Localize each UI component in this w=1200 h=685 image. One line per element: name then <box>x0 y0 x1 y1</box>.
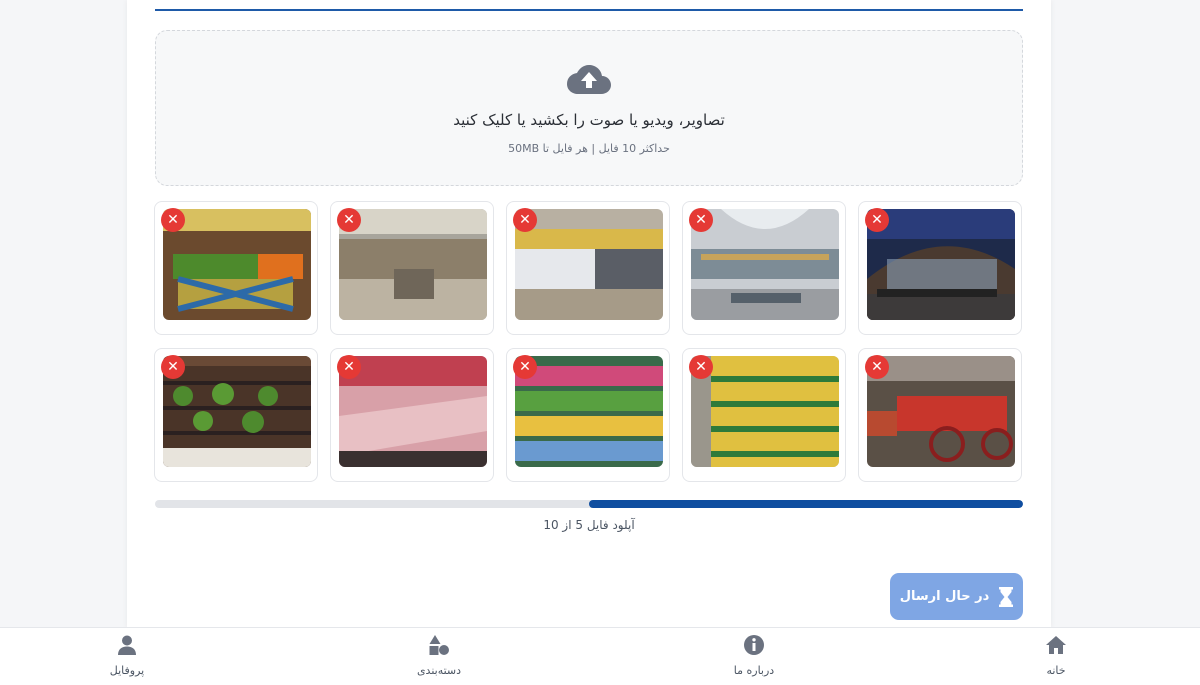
upload-card: تصاویر، ویدیو یا صوت را بکشید یا کلیک کن… <box>127 0 1051 628</box>
file-tile: ✕ <box>682 348 846 482</box>
file-thumbnail <box>515 209 663 320</box>
nav-item-profile[interactable]: پروفایل <box>67 628 187 685</box>
upload-progress-fill <box>589 500 1023 508</box>
file-tile: ✕ <box>154 348 318 482</box>
file-dropzone[interactable]: تصاویر، ویدیو یا صوت را بکشید یا کلیک کن… <box>155 30 1023 186</box>
submit-button-label: در حال ارسال <box>899 589 990 604</box>
file-tile: ✕ <box>506 201 670 335</box>
remove-file-button[interactable]: ✕ <box>161 355 185 379</box>
section-divider <box>155 9 1023 11</box>
dropzone-hint: حداکثر 10 فایل | هر فایل تا 50MB <box>508 142 670 155</box>
file-thumbnail <box>515 356 663 467</box>
nav-item-categories[interactable]: دسته‌بندی <box>379 628 499 685</box>
dropzone-title: تصاویر، ویدیو یا صوت را بکشید یا کلیک کن… <box>453 111 725 129</box>
upload-page: تصاویر، ویدیو یا صوت را بکشید یا کلیک کن… <box>0 0 1200 685</box>
remove-file-button[interactable]: ✕ <box>513 355 537 379</box>
remove-file-button[interactable]: ✕ <box>865 355 889 379</box>
bottom-navigation: خانه درباره ما دسته‌بندی پروفایل <box>0 627 1200 685</box>
remove-file-button[interactable]: ✕ <box>689 355 713 379</box>
upload-progress-bar <box>155 500 1023 508</box>
nav-item-about[interactable]: درباره ما <box>694 628 814 685</box>
nav-item-home[interactable]: خانه <box>996 628 1116 685</box>
file-preview-grid: ✕ ✕ ✕ ✕ ✕ ✕ ✕ ✕ ✕ ✕ <box>154 201 1024 485</box>
file-thumbnail <box>339 356 487 467</box>
file-thumbnail <box>339 209 487 320</box>
file-tile: ✕ <box>506 348 670 482</box>
hourglass-icon <box>999 586 1014 607</box>
nav-label-categories: دسته‌بندی <box>416 664 462 677</box>
nav-label-profile: پروفایل <box>109 664 145 677</box>
remove-file-button[interactable]: ✕ <box>337 355 361 379</box>
remove-file-button[interactable]: ✕ <box>513 208 537 232</box>
file-thumbnail <box>867 356 1015 467</box>
cloud-upload-icon <box>567 65 611 94</box>
file-tile: ✕ <box>858 348 1022 482</box>
info-icon <box>744 635 764 655</box>
home-icon <box>1046 636 1066 654</box>
remove-file-button[interactable]: ✕ <box>337 208 361 232</box>
submit-button[interactable]: در حال ارسال <box>890 573 1023 620</box>
shapes-icon <box>429 635 449 655</box>
remove-file-button[interactable]: ✕ <box>689 208 713 232</box>
file-thumbnail <box>691 356 839 467</box>
user-icon <box>118 635 136 655</box>
file-tile: ✕ <box>330 348 494 482</box>
file-thumbnail <box>691 209 839 320</box>
remove-file-button[interactable]: ✕ <box>865 208 889 232</box>
file-tile: ✕ <box>154 201 318 335</box>
file-tile: ✕ <box>330 201 494 335</box>
file-thumbnail <box>163 356 311 467</box>
file-tile: ✕ <box>858 201 1022 335</box>
file-tile: ✕ <box>682 201 846 335</box>
nav-label-about: درباره ما <box>733 664 775 677</box>
file-thumbnail <box>163 209 311 320</box>
nav-label-home: خانه <box>1046 664 1066 677</box>
file-thumbnail <box>867 209 1015 320</box>
remove-file-button[interactable]: ✕ <box>161 208 185 232</box>
upload-progress-text: آپلود فایل 5 از 10 <box>543 518 635 532</box>
